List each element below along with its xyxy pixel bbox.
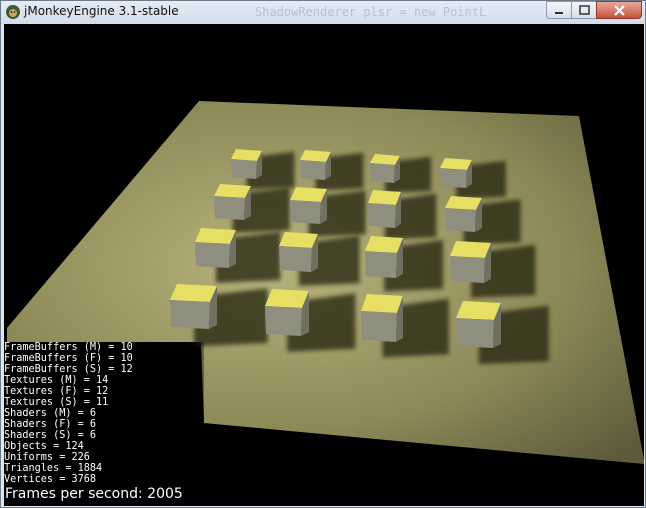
title-bar[interactable]: jMonkeyEngine 3.1-stable ShadowRenderer … <box>1 1 645 24</box>
cube-front-face <box>214 196 245 220</box>
cube-top-face <box>445 196 482 210</box>
cube-top-face <box>370 154 400 165</box>
cube-top-face <box>170 284 217 302</box>
fps-counter: Frames per second: 2005 <box>5 486 183 502</box>
stats-line: Vertices = 3768 <box>4 474 97 485</box>
minimize-icon <box>555 12 563 14</box>
minimize-button[interactable] <box>546 1 571 19</box>
cube-front-face <box>456 318 494 348</box>
maximize-icon <box>579 5 590 15</box>
stats-line: Uniforms = 226 <box>4 452 90 463</box>
cube-front-face <box>450 256 485 283</box>
cube-front-face <box>170 300 210 329</box>
cube-front-face <box>365 251 397 278</box>
cube-top-face <box>214 184 251 198</box>
stats-line: FrameBuffers (F) = 10 <box>4 353 133 364</box>
stats-line: FrameBuffers (S) = 12 <box>4 364 133 375</box>
cube-front-face <box>445 208 476 232</box>
stats-overlay: FrameBuffers (M) = 10 FrameBuffers (F) = … <box>4 342 133 485</box>
maximize-button[interactable] <box>571 1 596 19</box>
cube-top-face <box>440 158 472 170</box>
stats-line: FrameBuffers (M) = 10 <box>4 342 133 353</box>
cube-front-face <box>265 306 302 336</box>
application-window: jMonkeyEngine 3.1-stable ShadowRenderer … <box>0 0 646 508</box>
cube-top-face <box>368 190 401 205</box>
cube-top-face <box>279 232 318 248</box>
cube-front-face <box>361 311 397 342</box>
cube-front-face <box>195 242 230 268</box>
stats-line: Textures (S) = 11 <box>4 397 109 408</box>
stats-line: Textures (M) = 14 <box>4 375 109 386</box>
stats-line: Shaders (M) = 6 <box>4 408 97 419</box>
stats-line: Shaders (F) = 6 <box>4 419 97 430</box>
cube-front-face <box>300 160 326 180</box>
stats-line: Objects = 124 <box>4 441 84 452</box>
cube-front-face <box>368 203 396 228</box>
cube-front-face <box>370 163 395 183</box>
window-title: jMonkeyEngine 3.1-stable <box>24 4 179 18</box>
cube-top-face <box>365 236 403 253</box>
jmonkey-app-icon <box>6 5 20 19</box>
cube-top-face <box>300 150 331 162</box>
cube-top-face <box>361 294 403 313</box>
render-viewport[interactable]: FrameBuffers (M) = 10 FrameBuffers (F) = … <box>4 24 644 506</box>
stats-line: Triangles = 1884 <box>4 463 103 474</box>
cube-top-face <box>290 187 327 202</box>
cube-top-face <box>450 241 491 258</box>
cube-front-face <box>279 246 312 272</box>
stats-line: Textures (F) = 12 <box>4 386 109 397</box>
cube-top-face <box>195 228 236 244</box>
close-icon <box>614 5 625 16</box>
cube-front-face <box>440 168 467 188</box>
stats-line: Shaders (S) = 6 <box>4 430 97 441</box>
close-button[interactable] <box>596 1 642 19</box>
cube-top-face <box>456 301 501 320</box>
cube-front-face <box>231 159 257 179</box>
cube-top-face <box>265 289 309 308</box>
cube-front-face <box>290 200 321 224</box>
background-editor-text: ShadowRenderer plsr = new PointL <box>255 5 487 19</box>
cube-top-face <box>231 149 262 161</box>
